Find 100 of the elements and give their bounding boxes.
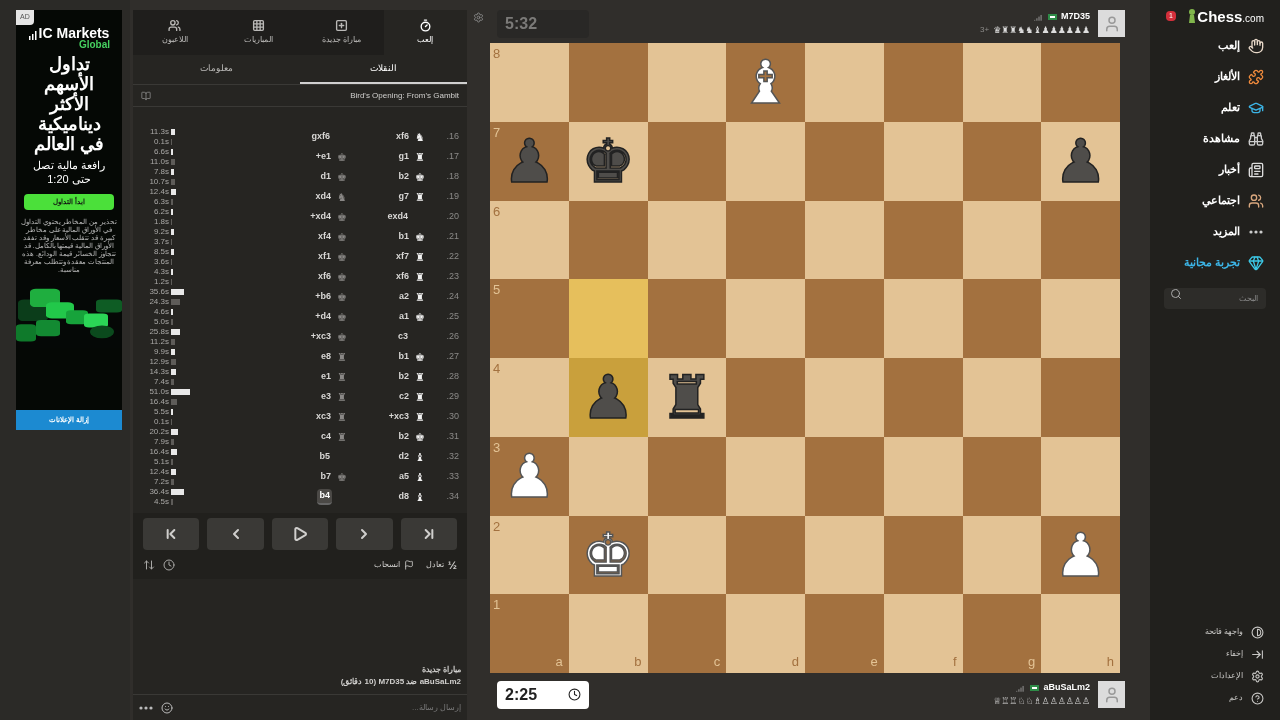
board-square[interactable] [647,200,727,280]
move-notation[interactable]: b1 [396,350,411,364]
panel-tab[interactable]: إلعب [383,10,467,55]
move-notation[interactable]: xf6 [394,270,411,284]
board-square[interactable] [726,515,805,595]
nav-link[interactable]: إلعب [1166,36,1264,55]
move-notation[interactable]: g7 [396,190,411,204]
move-notation[interactable]: b2 [396,370,411,384]
board-square[interactable] [962,436,1042,516]
move-notation[interactable]: d1 [318,170,333,184]
move-notation[interactable]: e8 [319,350,333,364]
chess-piece[interactable]: ♜ [659,367,714,428]
move-notation[interactable]: d2 [396,450,411,464]
footer-link[interactable]: إخفاء [1166,646,1264,662]
chat-input[interactable]: إرسال رسالة... [181,701,461,714]
move-notation[interactable]: d8 [396,490,411,504]
footer-link[interactable]: دعم [1166,690,1264,706]
board-square[interactable] [647,121,727,201]
moves-tab[interactable]: معلومات [133,55,300,84]
board-square[interactable] [883,121,963,201]
move-notation[interactable]: xf7 [394,250,411,264]
board-square[interactable] [647,436,727,516]
move-notation[interactable]: c4 [319,430,333,444]
move-notation[interactable]: xc3+ [308,330,333,344]
move-notation[interactable]: exd4 [385,210,410,224]
board-square[interactable]: ♜ [647,358,727,437]
move-notation[interactable]: b5 [317,450,332,464]
more-icon[interactable] [139,705,153,710]
board-square[interactable] [647,515,727,595]
footer-link[interactable]: الإعدادات [1166,668,1264,684]
move-notation[interactable]: b1 [396,230,411,244]
board-square[interactable] [883,436,963,516]
board-square[interactable] [962,279,1042,358]
flip-board-icon[interactable] [143,559,155,571]
move-notation[interactable]: e1+ [313,150,333,164]
nav-link[interactable]: تجربة مجانية [1166,253,1264,272]
move-notation[interactable]: b2 [396,430,411,444]
emoji-icon[interactable] [161,701,173,714]
move-notation[interactable]: xd4+ [308,210,333,224]
chess-piece[interactable]: ♚ [581,131,635,192]
nav-button[interactable] [143,518,200,550]
nav-button[interactable] [400,518,458,550]
move-notation[interactable]: a2 [397,290,411,304]
board-square[interactable] [883,200,963,280]
move-notation[interactable]: xf1 [316,250,333,264]
moves-tab[interactable]: النقلات [300,55,467,84]
move-notation[interactable]: xc3 [313,410,333,424]
board-square[interactable] [962,121,1042,201]
chess-piece[interactable]: ♟ [502,446,557,507]
board-square[interactable]: ♟ [1041,121,1120,201]
settings-icon[interactable] [473,12,484,23]
chess-piece[interactable]: ♟ [1053,524,1108,585]
logo[interactable]: Chess.com [1197,8,1264,24]
nav-button[interactable] [271,518,329,550]
move-notation[interactable]: a5 [397,470,411,484]
board-square[interactable] [962,43,1042,122]
footer-link[interactable]: واجهة فاتحة [1166,624,1264,640]
move-notation[interactable]: b7 [318,470,333,484]
nav-link[interactable]: تعلم [1166,98,1264,117]
add-time-icon[interactable] [163,559,175,571]
board-square[interactable] [805,200,884,280]
move-notation[interactable]: xf6 [394,130,411,144]
board-square[interactable] [568,436,648,516]
board-square[interactable] [962,200,1042,280]
board-square[interactable] [647,279,727,358]
move-notation[interactable]: b4 [317,489,332,505]
board-square[interactable]: ♚ [568,121,648,201]
search-field[interactable]: البحث [1164,288,1266,309]
move-notation[interactable]: c3 [396,330,410,344]
move-notation[interactable]: e1 [319,370,333,384]
more-icon[interactable] [1249,229,1263,234]
move-notation[interactable]: xf6 [316,270,333,284]
move-notation[interactable]: b6+ [313,290,333,304]
move-notation[interactable]: g1 [396,150,411,164]
nav-link[interactable]: اجتماعي [1166,191,1264,210]
nav-link[interactable]: أخبار [1166,160,1264,179]
resign-button[interactable]: انسحاب [373,559,414,571]
move-notation[interactable]: gxf6 [309,130,332,144]
nav-link[interactable]: الألغاز [1166,67,1264,86]
board-square[interactable] [647,43,727,122]
board-square[interactable]: ♟ [1041,515,1120,595]
move-notation[interactable]: c2 [397,390,411,404]
move-notation[interactable]: xf4 [316,230,333,244]
chess-piece[interactable]: ♝ [738,52,793,113]
move-notation[interactable]: d4+ [313,310,333,324]
board-square[interactable] [726,200,805,280]
move-notation[interactable]: xd4 [313,190,333,204]
board-square[interactable]: ♝ [726,43,805,122]
move-notation[interactable]: e3 [319,390,333,404]
board-square[interactable] [805,515,884,595]
board-square[interactable] [568,200,648,280]
move-notation[interactable]: xc3+ [386,410,411,424]
move-notation[interactable]: a1 [397,310,411,324]
nav-link[interactable]: مشاهدة [1166,129,1264,148]
board-square[interactable] [962,515,1042,595]
board-square[interactable] [883,515,963,595]
move-notation[interactable]: b2 [396,170,411,184]
board-square[interactable] [1041,200,1120,280]
nav-link[interactable]: المزيد [1166,222,1264,241]
chess-piece[interactable]: ♟ [1053,131,1108,192]
